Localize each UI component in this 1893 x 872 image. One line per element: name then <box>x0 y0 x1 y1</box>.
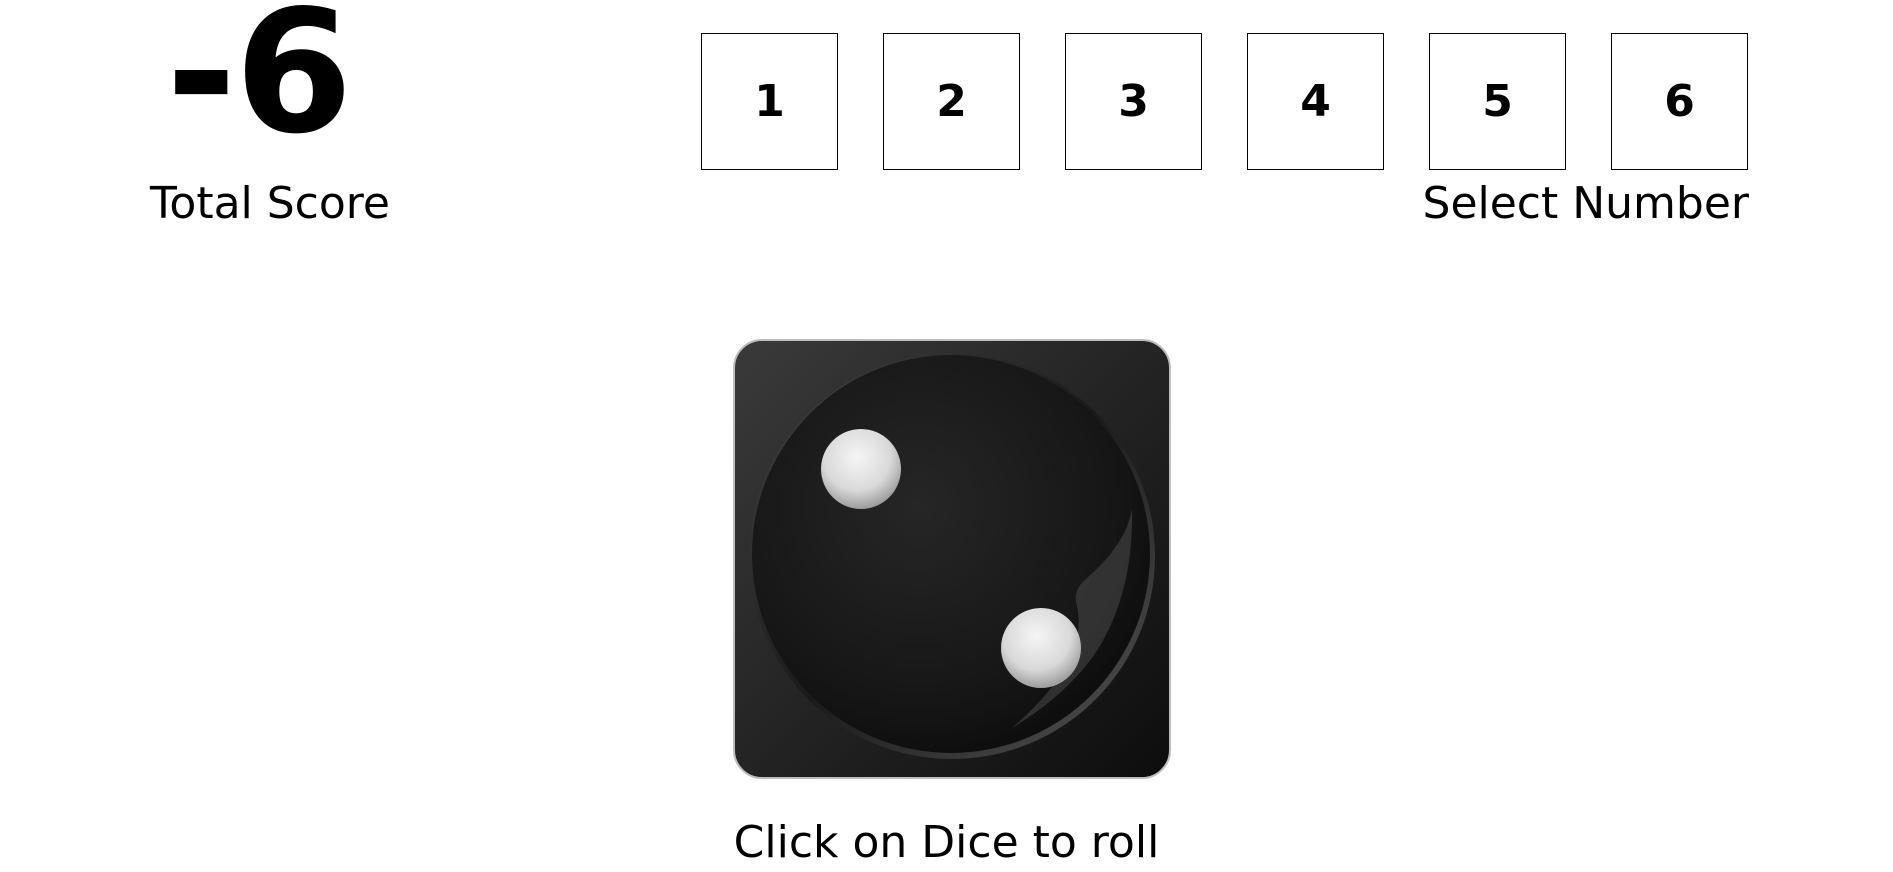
total-score-value: -6 <box>166 0 353 172</box>
number-option-4[interactable]: 4 <box>1247 33 1384 170</box>
total-score-panel: -6 Total Score <box>146 0 416 240</box>
number-selector: 1 2 3 4 5 6 <box>701 33 1748 170</box>
number-option-2[interactable]: 2 <box>883 33 1020 170</box>
number-option-5[interactable]: 5 <box>1429 33 1566 170</box>
roll-instruction: Click on Dice to roll <box>733 817 1160 868</box>
number-option-3[interactable]: 3 <box>1065 33 1202 170</box>
total-score-label: Total Score <box>150 178 390 229</box>
number-option-6[interactable]: 6 <box>1611 33 1748 170</box>
dice-button[interactable] <box>732 338 1172 780</box>
dice-face-two-icon <box>733 339 1171 779</box>
number-option-1[interactable]: 1 <box>701 33 838 170</box>
select-number-label: Select Number <box>1422 178 1749 229</box>
